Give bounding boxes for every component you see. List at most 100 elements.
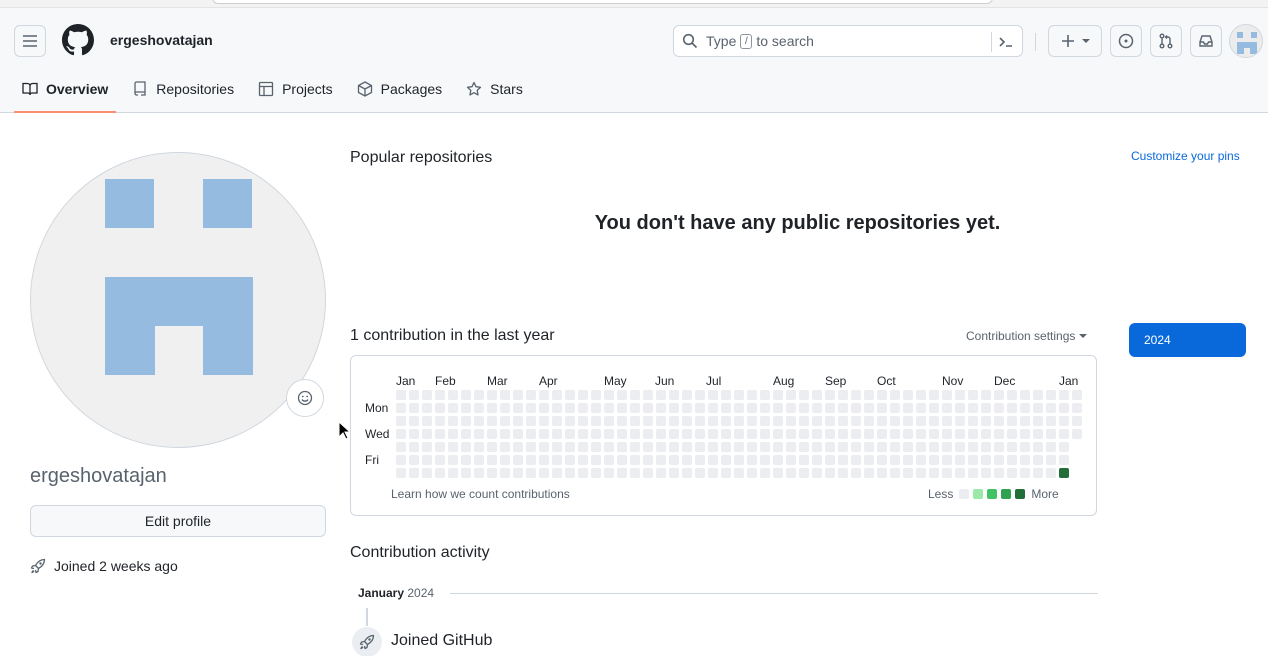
contribution-cell[interactable]: [864, 468, 874, 478]
contribution-cell[interactable]: [968, 416, 978, 426]
contribution-cell[interactable]: [1072, 429, 1082, 439]
contribution-cell[interactable]: [435, 442, 445, 452]
contribution-cell[interactable]: [760, 468, 770, 478]
contribution-cell[interactable]: [604, 416, 614, 426]
contribution-cell[interactable]: [747, 429, 757, 439]
contribution-cell[interactable]: [760, 442, 770, 452]
contribution-cell[interactable]: [942, 390, 952, 400]
contribution-cell[interactable]: [721, 442, 731, 452]
contribution-cell[interactable]: [981, 390, 991, 400]
contribution-cell[interactable]: [903, 390, 913, 400]
contribution-cell[interactable]: [994, 455, 1004, 465]
contribution-cell[interactable]: [604, 403, 614, 413]
contribution-cell[interactable]: [526, 468, 536, 478]
contribution-cell[interactable]: [513, 390, 523, 400]
contribution-cell[interactable]: [864, 416, 874, 426]
contribution-cell[interactable]: [851, 403, 861, 413]
contribution-cell[interactable]: [851, 429, 861, 439]
contribution-cell[interactable]: [929, 442, 939, 452]
tab-packages[interactable]: Packages: [349, 72, 450, 106]
contribution-cell[interactable]: [643, 468, 653, 478]
contribution-cell[interactable]: [669, 468, 679, 478]
contribution-cell[interactable]: [591, 429, 601, 439]
contribution-cell[interactable]: [838, 442, 848, 452]
contribution-cell[interactable]: [773, 455, 783, 465]
contribution-cell[interactable]: [1007, 403, 1017, 413]
contribution-cell[interactable]: [708, 429, 718, 439]
contribution-cell[interactable]: [669, 442, 679, 452]
contribution-cell[interactable]: [617, 455, 627, 465]
command-palette-icon[interactable]: [998, 34, 1014, 50]
contribution-cell[interactable]: [825, 403, 835, 413]
contribution-cell[interactable]: [630, 390, 640, 400]
contribution-cell[interactable]: [682, 416, 692, 426]
contribution-cell[interactable]: [838, 403, 848, 413]
contribution-cell[interactable]: [968, 390, 978, 400]
contribution-cell[interactable]: [513, 429, 523, 439]
contribution-cell[interactable]: [773, 416, 783, 426]
contribution-cell[interactable]: [500, 390, 510, 400]
contribution-cell[interactable]: [734, 455, 744, 465]
contribution-cell[interactable]: [409, 390, 419, 400]
contribution-cell[interactable]: [747, 468, 757, 478]
contribution-cell[interactable]: [734, 442, 744, 452]
contribution-cell[interactable]: [747, 455, 757, 465]
contribution-cell[interactable]: [890, 429, 900, 439]
contribution-cell[interactable]: [955, 442, 965, 452]
contribution-cell[interactable]: [864, 429, 874, 439]
contribution-cell[interactable]: [903, 455, 913, 465]
contribution-cell[interactable]: [643, 455, 653, 465]
contribution-cell[interactable]: [825, 416, 835, 426]
contribution-cell[interactable]: [669, 455, 679, 465]
contribution-cell[interactable]: [1020, 416, 1030, 426]
contribution-cell[interactable]: [604, 468, 614, 478]
contribution-cell[interactable]: [552, 455, 562, 465]
contribution-cell[interactable]: [1059, 429, 1069, 439]
contribution-cell[interactable]: [825, 468, 835, 478]
contribution-cell[interactable]: [409, 455, 419, 465]
contribution-cell[interactable]: [825, 429, 835, 439]
contribution-cell[interactable]: [565, 442, 575, 452]
inbox-button[interactable]: [1190, 25, 1222, 57]
create-new-button[interactable]: [1048, 25, 1102, 57]
contribution-cell[interactable]: [474, 416, 484, 426]
contribution-cell[interactable]: [825, 455, 835, 465]
contribution-cell[interactable]: [877, 468, 887, 478]
contribution-cell[interactable]: [643, 416, 653, 426]
contribution-cell[interactable]: [461, 416, 471, 426]
contribution-cell[interactable]: [1007, 468, 1017, 478]
contribution-cell[interactable]: [578, 416, 588, 426]
contribution-cell[interactable]: [708, 455, 718, 465]
contribution-cell[interactable]: [812, 416, 822, 426]
issues-button[interactable]: [1110, 25, 1142, 57]
contribution-cell[interactable]: [578, 442, 588, 452]
contribution-cell[interactable]: [786, 390, 796, 400]
contribution-cell[interactable]: [578, 390, 588, 400]
contribution-cell[interactable]: [1046, 442, 1056, 452]
contribution-cell[interactable]: [487, 455, 497, 465]
contribution-cell[interactable]: [721, 390, 731, 400]
contribution-cell[interactable]: [409, 429, 419, 439]
contribution-cell[interactable]: [487, 390, 497, 400]
contribution-cell[interactable]: [435, 403, 445, 413]
contribution-cell[interactable]: [721, 429, 731, 439]
contribution-cell[interactable]: [695, 429, 705, 439]
contribution-cell[interactable]: [916, 468, 926, 478]
contribution-cell[interactable]: [682, 390, 692, 400]
contribution-cell[interactable]: [565, 429, 575, 439]
contribution-cell[interactable]: [630, 455, 640, 465]
contribution-cell[interactable]: [630, 429, 640, 439]
contribution-cell[interactable]: [656, 468, 666, 478]
contribution-cell[interactable]: [916, 416, 926, 426]
contribution-cell[interactable]: [1072, 403, 1082, 413]
contribution-cell[interactable]: [526, 455, 536, 465]
contribution-cell[interactable]: [890, 442, 900, 452]
contribution-settings-dropdown[interactable]: Contribution settings: [966, 329, 1088, 343]
contribution-cell[interactable]: [1046, 416, 1056, 426]
contribution-cell[interactable]: [877, 390, 887, 400]
contribution-cell[interactable]: [812, 455, 822, 465]
contribution-cell[interactable]: [656, 429, 666, 439]
contribution-cell[interactable]: [968, 429, 978, 439]
contribution-cell[interactable]: [799, 442, 809, 452]
contribution-cell[interactable]: [1046, 468, 1056, 478]
